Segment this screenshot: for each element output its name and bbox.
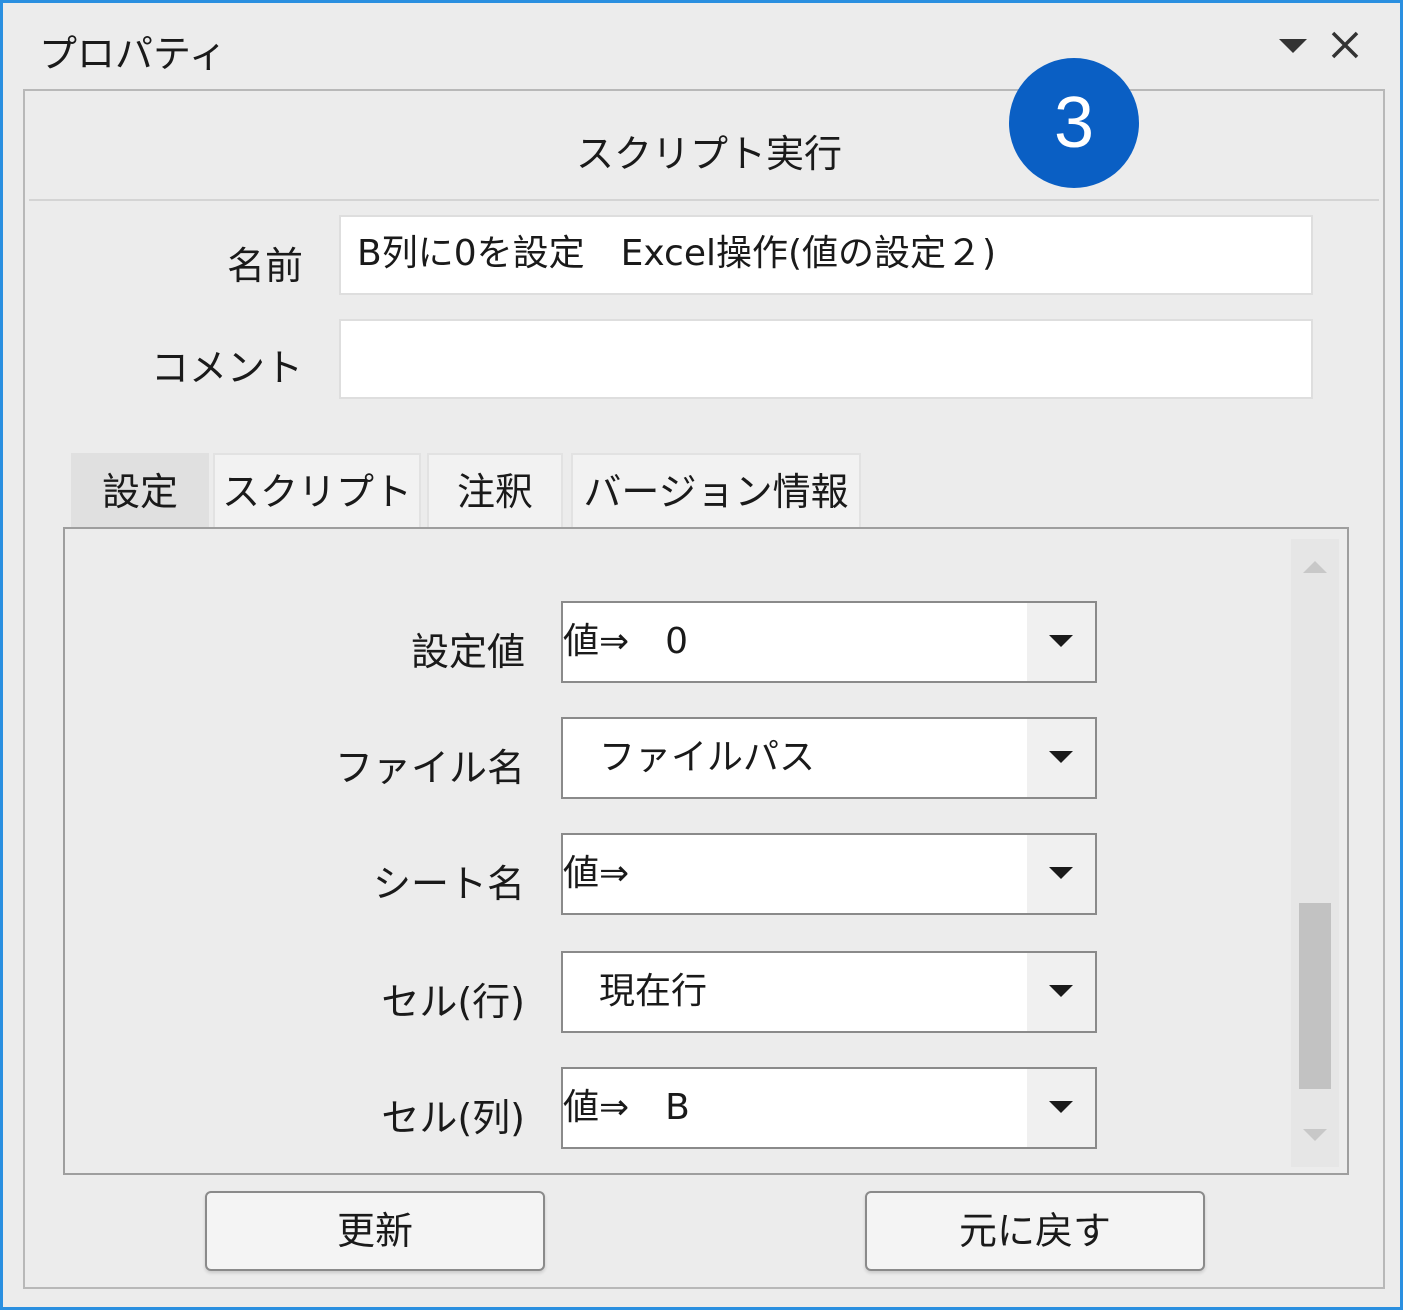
scroll-up-arrow-icon[interactable] <box>1303 561 1327 573</box>
sheet-name-label: シート名 <box>372 862 525 906</box>
cell-column-dropdown-button[interactable] <box>1027 1069 1095 1147</box>
file-name-text: ファイルパス <box>563 737 816 778</box>
cell-row-text: 現在行 <box>563 971 708 1012</box>
sheet-name-combo[interactable]: 値⇒ <box>561 833 1097 915</box>
setting-value-label: 設定値 <box>410 630 525 674</box>
cell-column-text: 値⇒ B <box>563 1087 690 1128</box>
chevron-down-icon <box>1049 867 1073 879</box>
cell-row-combo[interactable]: 現在行 <box>561 951 1097 1033</box>
file-name-dropdown-button[interactable] <box>1027 719 1095 797</box>
close-icon[interactable] <box>1325 25 1365 65</box>
comment-field[interactable] <box>339 319 1313 399</box>
sheet-name-text: 値⇒ <box>563 853 630 894</box>
cell-row-label: セル(行) <box>381 980 525 1024</box>
scroll-down-arrow-icon[interactable] <box>1303 1129 1327 1141</box>
update-button[interactable]: 更新 <box>205 1191 545 1271</box>
properties-window: プロパティ スクリプト実行 3 名前 B列に0を設定 Excel操作(値の設定２… <box>0 0 1403 1310</box>
title-bar: プロパティ <box>3 3 1400 89</box>
tab-settings[interactable]: 設定 <box>71 453 209 527</box>
file-name-label: ファイル名 <box>334 746 525 790</box>
scroll-thumb[interactable] <box>1299 903 1331 1089</box>
file-name-combo[interactable]: ファイルパス <box>561 717 1097 799</box>
name-field[interactable]: B列に0を設定 Excel操作(値の設定２) <box>339 215 1313 295</box>
chevron-down-icon <box>1049 751 1073 763</box>
comment-label: コメント <box>150 346 303 390</box>
revert-button[interactable]: 元に戻す <box>865 1191 1205 1271</box>
chevron-down-icon <box>1049 1101 1073 1113</box>
cell-column-label: セル(列) <box>381 1096 525 1140</box>
panel-header: スクリプト実行 3 <box>29 58 1379 201</box>
step-badge: 3 <box>1009 58 1139 188</box>
triangle-down-icon[interactable] <box>1275 31 1311 61</box>
properties-panel: スクリプト実行 3 名前 B列に0を設定 Excel操作(値の設定２) コメント… <box>23 58 1385 1289</box>
setting-value-text: 値⇒ 0 <box>563 621 689 662</box>
name-label: 名前 <box>226 244 303 288</box>
settings-tab-content: 設定値 値⇒ 0 ファイル名 ファイルパス シート名 値⇒ セル(行) 現在行 … <box>63 527 1349 1175</box>
panel-title: スクリプト実行 <box>575 132 842 176</box>
chevron-down-icon <box>1049 635 1073 647</box>
chevron-down-icon <box>1049 985 1073 997</box>
sheet-name-dropdown-button[interactable] <box>1027 835 1095 913</box>
setting-value-dropdown-button[interactable] <box>1027 603 1095 681</box>
vertical-scrollbar[interactable] <box>1291 539 1339 1167</box>
setting-value-combo[interactable]: 値⇒ 0 <box>561 601 1097 683</box>
cell-row-dropdown-button[interactable] <box>1027 953 1095 1031</box>
tab-version-info[interactable]: バージョン情報 <box>571 453 861 527</box>
tab-notes[interactable]: 注釈 <box>427 453 563 527</box>
tab-script[interactable]: スクリプト <box>213 453 421 527</box>
window-title: プロパティ <box>39 32 227 76</box>
cell-column-combo[interactable]: 値⇒ B <box>561 1067 1097 1149</box>
